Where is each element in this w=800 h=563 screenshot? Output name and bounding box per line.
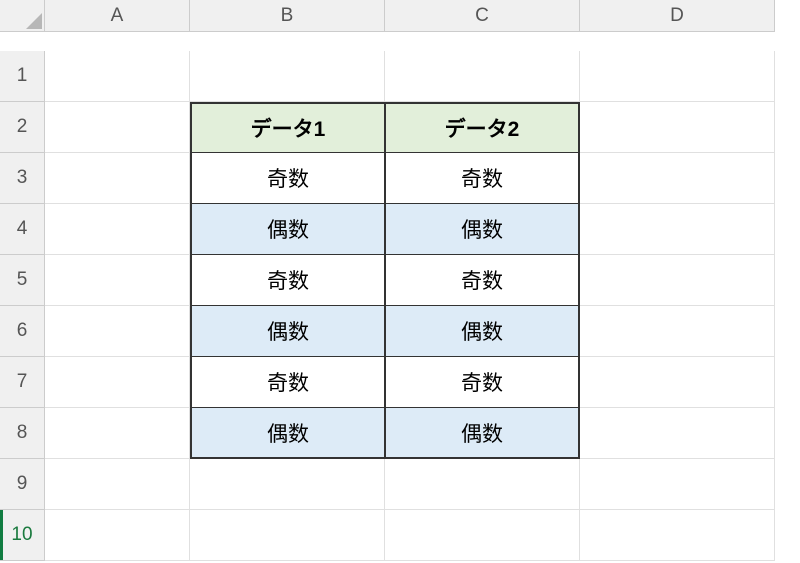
cell-A9[interactable] xyxy=(45,459,190,510)
cell-A8[interactable] xyxy=(45,408,190,459)
cell-D2[interactable] xyxy=(580,102,775,153)
cell-A10[interactable] xyxy=(45,510,190,561)
cell-C2[interactable]: データ2 xyxy=(385,102,580,153)
col-header-C[interactable]: C xyxy=(385,0,580,32)
cell-A7[interactable] xyxy=(45,357,190,408)
cell-A5[interactable] xyxy=(45,255,190,306)
col-header-A[interactable]: A xyxy=(45,0,190,32)
cell-D4[interactable] xyxy=(580,204,775,255)
row-header-3[interactable]: 3 xyxy=(0,153,45,204)
cell-C4[interactable]: 偶数 xyxy=(385,204,580,255)
cell-D5[interactable] xyxy=(580,255,775,306)
cell-B5[interactable]: 奇数 xyxy=(190,255,385,306)
row-header-1[interactable]: 1 xyxy=(0,51,45,102)
cell-D9[interactable] xyxy=(580,459,775,510)
spreadsheet-grid[interactable]: A B C D 1 2 データ1 データ2 3 奇数 奇数 4 偶数 偶数 5 … xyxy=(0,0,800,561)
col-header-D[interactable]: D xyxy=(580,0,775,32)
cell-B6[interactable]: 偶数 xyxy=(190,306,385,357)
cell-C1[interactable] xyxy=(385,51,580,102)
cell-D1[interactable] xyxy=(580,51,775,102)
cell-C7[interactable]: 奇数 xyxy=(385,357,580,408)
cell-C9[interactable] xyxy=(385,459,580,510)
cell-D10[interactable] xyxy=(580,510,775,561)
cell-A4[interactable] xyxy=(45,204,190,255)
cell-D6[interactable] xyxy=(580,306,775,357)
cell-D8[interactable] xyxy=(580,408,775,459)
cell-A6[interactable] xyxy=(45,306,190,357)
cell-C6[interactable]: 偶数 xyxy=(385,306,580,357)
cell-B9[interactable] xyxy=(190,459,385,510)
row-header-7[interactable]: 7 xyxy=(0,357,45,408)
cell-C5[interactable]: 奇数 xyxy=(385,255,580,306)
row-header-4[interactable]: 4 xyxy=(0,204,45,255)
cell-B4[interactable]: 偶数 xyxy=(190,204,385,255)
cell-B2[interactable]: データ1 xyxy=(190,102,385,153)
cell-A1[interactable] xyxy=(45,51,190,102)
cell-A3[interactable] xyxy=(45,153,190,204)
row-header-10[interactable]: 10 xyxy=(0,510,45,561)
cell-D7[interactable] xyxy=(580,357,775,408)
row-header-2[interactable]: 2 xyxy=(0,102,45,153)
cell-C3[interactable]: 奇数 xyxy=(385,153,580,204)
cell-B1[interactable] xyxy=(190,51,385,102)
cell-B7[interactable]: 奇数 xyxy=(190,357,385,408)
cell-B10[interactable] xyxy=(190,510,385,561)
cell-C10[interactable] xyxy=(385,510,580,561)
col-header-B[interactable]: B xyxy=(190,0,385,32)
cell-D3[interactable] xyxy=(580,153,775,204)
select-all-corner[interactable] xyxy=(0,0,45,32)
cell-C8[interactable]: 偶数 xyxy=(385,408,580,459)
row-header-9[interactable]: 9 xyxy=(0,459,45,510)
row-header-8[interactable]: 8 xyxy=(0,408,45,459)
cell-A2[interactable] xyxy=(45,102,190,153)
cell-B8[interactable]: 偶数 xyxy=(190,408,385,459)
row-header-6[interactable]: 6 xyxy=(0,306,45,357)
row-header-5[interactable]: 5 xyxy=(0,255,45,306)
cell-B3[interactable]: 奇数 xyxy=(190,153,385,204)
